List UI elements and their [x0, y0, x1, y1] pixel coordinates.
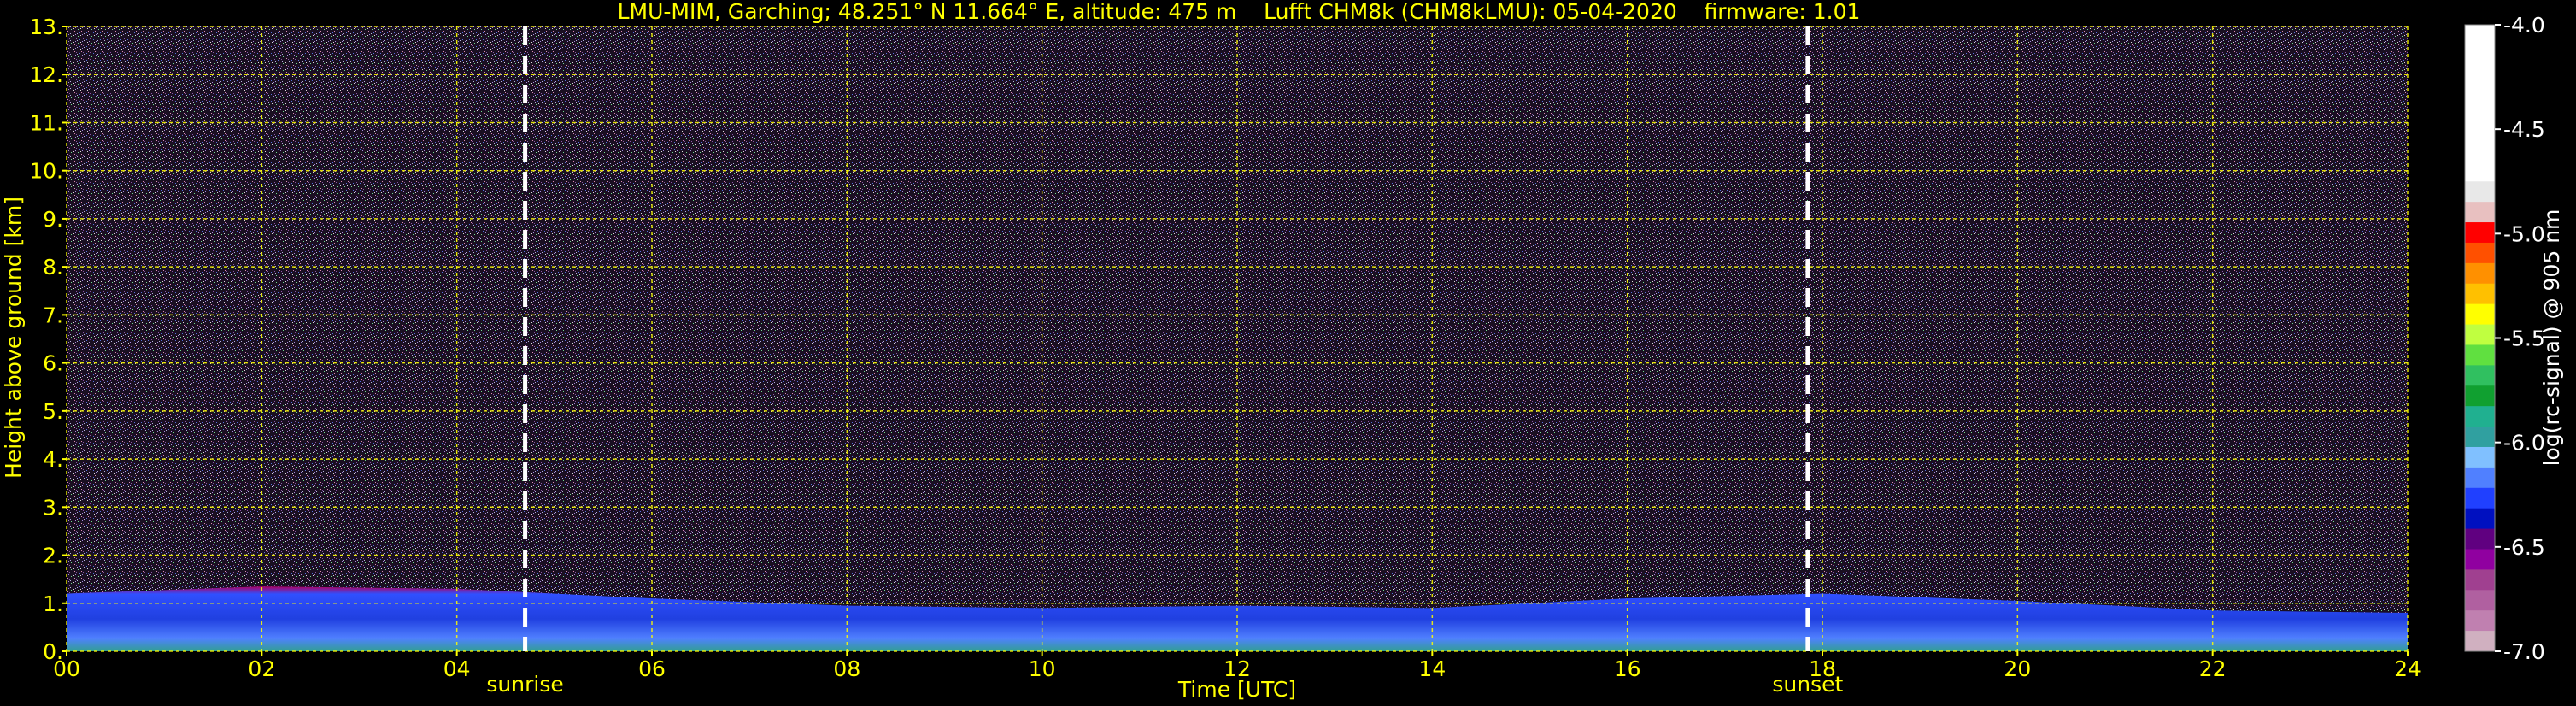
x-tick-label: 06 [638, 656, 666, 681]
colorbar-swatch [2465, 365, 2495, 386]
ceilometer-chart: LMU-MIM, Garching; 48.251° N 11.664° E, … [1, 0, 2564, 702]
x-tick-label: 14 [1418, 656, 1446, 681]
y-tick-label: 6. [43, 351, 63, 376]
noise-texture [67, 26, 2408, 651]
colorbar-swatch [2465, 406, 2495, 427]
y-tick-label: 13. [29, 15, 63, 39]
sun-marker-label: sunrise [486, 672, 563, 697]
y-tick-label: 1. [43, 591, 63, 616]
x-tick-label: 04 [443, 656, 471, 681]
y-axis-ticks: 0.1.2.3.4.5.6.7.8.9.10.11.12.13. [29, 15, 67, 664]
y-tick-label: 9. [43, 207, 63, 232]
plot-area: sunrise sunset [66, 26, 2409, 697]
colorbar-tick-label: -4.5 [2503, 117, 2545, 142]
colorbar-tick-label: -7.0 [2503, 639, 2545, 664]
x-tick-label: 00 [53, 656, 80, 681]
colorbar-swatch [2465, 631, 2495, 652]
colorbar-swatch [2465, 549, 2495, 570]
colorbar-swatch [2465, 427, 2495, 448]
colorbar-swatch [2465, 508, 2495, 530]
y-tick-label: 5. [43, 399, 63, 424]
x-tick-label: 02 [248, 656, 275, 681]
y-tick-label: 7. [43, 303, 63, 327]
y-tick-label: 2. [43, 544, 63, 568]
x-tick-label: 10 [1029, 656, 1056, 681]
y-tick-label: 11. [29, 110, 63, 135]
colorbar-swatch [2465, 181, 2495, 203]
colorbar-swatch [2465, 324, 2495, 345]
colorbar-swatch [2465, 528, 2495, 550]
x-tick-label: 22 [2199, 656, 2227, 681]
colorbar-swatch [2465, 385, 2495, 407]
y-tick-label: 10. [29, 159, 63, 184]
colorbar-label: log(rc-signal) @ 905 nm [2539, 209, 2564, 467]
y-tick-label: 4. [43, 447, 63, 472]
x-tick-label: 16 [1614, 656, 1641, 681]
colorbar-swatch [2465, 590, 2495, 611]
colorbar-swatch [2465, 303, 2495, 326]
colorbar-swatch [2465, 446, 2495, 468]
colorbar-swatch [2465, 487, 2495, 509]
x-tick-label: 24 [2394, 656, 2421, 681]
colorbar [2464, 24, 2496, 652]
x-tick-label: 18 [1809, 656, 1836, 681]
colorbar-swatch [2465, 283, 2495, 305]
colorbar-ticks: -4.0-4.5-5.0-5.5-6.0-6.5-7.0 [2495, 13, 2545, 664]
colorbar-swatch [2465, 344, 2495, 366]
colorbar-swatch [2465, 262, 2495, 285]
colorbar-tick-label: -4.0 [2503, 13, 2545, 38]
y-tick-label: 3. [43, 495, 63, 520]
colorbar-tick-label: -6.5 [2503, 535, 2545, 560]
y-tick-label: 8. [43, 255, 63, 279]
x-axis-label: Time [UTC] [1177, 677, 1296, 702]
colorbar-swatch [2465, 222, 2495, 244]
colorbar-swatch [2465, 25, 2495, 182]
x-tick-label: 20 [2004, 656, 2031, 681]
y-axis-label: Height above ground [km] [1, 197, 26, 479]
colorbar-swatch [2465, 467, 2495, 489]
y-tick-label: 12. [29, 62, 63, 87]
x-tick-label: 08 [833, 656, 860, 681]
colorbar-swatch [2465, 242, 2495, 264]
colorbar-swatch [2465, 202, 2495, 223]
chart-title: LMU-MIM, Garching; 48.251° N 11.664° E, … [618, 0, 1861, 24]
colorbar-swatch [2465, 569, 2495, 591]
colorbar-swatch [2465, 610, 2495, 632]
